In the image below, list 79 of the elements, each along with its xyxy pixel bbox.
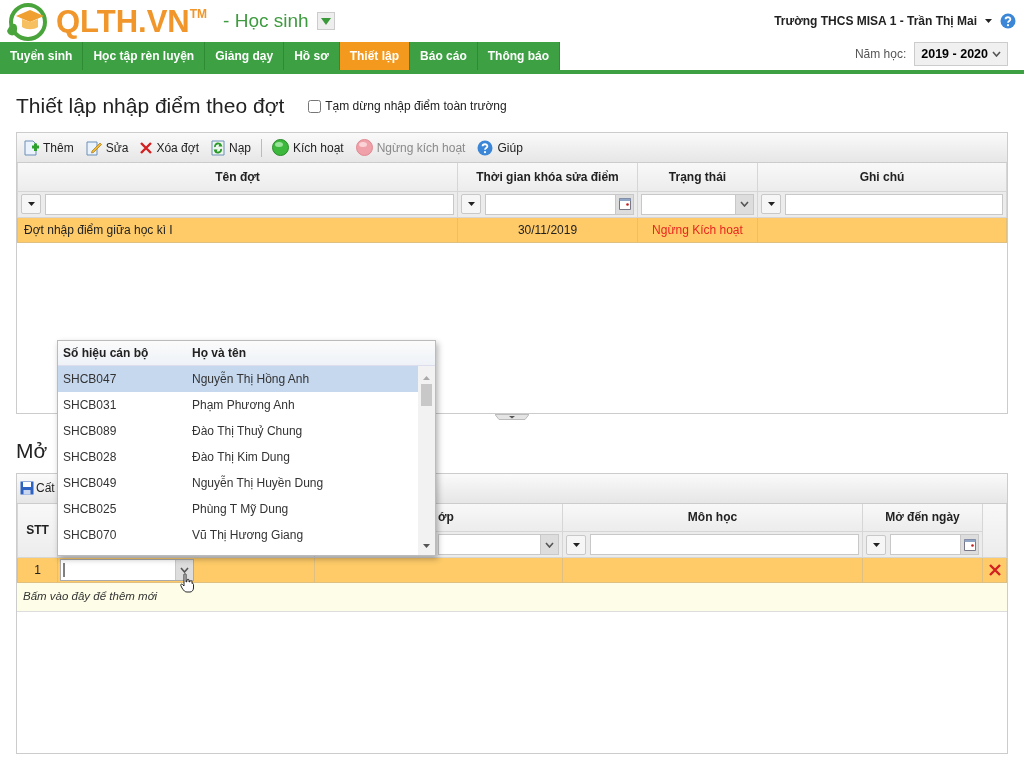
filter-input[interactable] xyxy=(785,193,1003,215)
refresh-icon xyxy=(210,139,225,156)
table-cell: Ngừng Kích hoạt xyxy=(652,222,743,237)
dropdown-item[interactable]: SHCB025 Phùng T Mỹ Dung xyxy=(58,496,419,522)
scrollbar[interactable] xyxy=(418,366,435,555)
calendar-icon xyxy=(963,538,976,551)
filter-button[interactable] xyxy=(866,534,886,555)
hand-cursor-icon xyxy=(180,573,194,593)
column-header: Tên đợt xyxy=(17,163,458,191)
filter-input[interactable] xyxy=(590,534,859,555)
caret-icon xyxy=(872,542,880,547)
help-icon xyxy=(1000,13,1016,29)
save-icon xyxy=(20,481,34,495)
column-header: Họ và tên xyxy=(192,345,246,362)
caret-icon xyxy=(767,202,775,206)
splitter-handle-icon xyxy=(495,413,529,420)
toolbar-button[interactable]: Xóa đợt xyxy=(138,138,201,157)
filter-button[interactable] xyxy=(566,534,586,555)
chevron-down-icon xyxy=(992,51,1001,57)
filter-button[interactable] xyxy=(21,194,41,214)
checkbox-label: Tạm dừng nhập điểm toàn trường xyxy=(325,98,507,115)
text-cursor-icon xyxy=(61,562,67,578)
caret-icon xyxy=(320,17,331,25)
add-icon xyxy=(23,139,39,156)
help-icon xyxy=(477,139,494,156)
filter-input[interactable] xyxy=(45,193,454,215)
filter-input[interactable] xyxy=(890,534,979,555)
filter-button[interactable] xyxy=(761,194,781,214)
column-header: STT xyxy=(17,503,58,558)
toolbar-button[interactable]: Thêm xyxy=(21,138,76,157)
dropdown-item[interactable]: SHCB049 Nguyễn Thị Huyền Dung xyxy=(58,470,419,496)
caret-icon xyxy=(985,19,992,23)
chevron-down-icon xyxy=(740,201,749,207)
school-year-select[interactable]: 2019 - 2020 xyxy=(914,42,1008,66)
chevron-down-icon xyxy=(180,567,189,573)
column-header: Mở đến ngày xyxy=(885,510,960,525)
pause-checkbox[interactable] xyxy=(308,99,322,113)
caret-icon xyxy=(572,542,580,547)
dropdown-item[interactable]: SHCB047 Nguyễn Thị Hồng Anh xyxy=(58,366,419,392)
module-name: - Học sinh xyxy=(223,8,309,33)
delete-icon xyxy=(989,564,1001,576)
school-year-label: Năm học: xyxy=(854,46,907,63)
trademark-mark: TM xyxy=(189,6,208,21)
dropdown-item[interactable]: SHCB031 Phạm Phương Anh xyxy=(58,392,419,418)
add-new-row-link[interactable]: Bấm vào đây để thêm mới xyxy=(17,583,1007,612)
dropdown-item[interactable]: SHCB070 Vũ Thị Hương Giang xyxy=(58,522,419,548)
column-header: Trạng thái xyxy=(637,163,758,191)
column-header: Ghi chú xyxy=(757,163,1007,191)
column-header: ớp xyxy=(438,510,454,525)
section-title: Thiết lập nhập điểm theo đợt xyxy=(16,93,285,119)
toolbar-button[interactable]: Giúp xyxy=(475,138,525,157)
module-dropdown-button[interactable] xyxy=(316,12,335,30)
staff-combo-field[interactable] xyxy=(60,559,194,581)
user-menu[interactable]: Trường THCS MISA 1 - Trần Thị Mai xyxy=(774,12,977,30)
table-cell: 30/11/2019 xyxy=(517,222,578,237)
toolbar-button[interactable]: Sửa xyxy=(83,138,131,157)
column-header: Thời gian khóa sửa điểm xyxy=(457,163,638,191)
row-number: 1 xyxy=(34,563,41,577)
toolbar-button[interactable]: Cất xyxy=(18,479,57,497)
caret-icon xyxy=(27,202,35,206)
logo-text: QLTH.VN xyxy=(56,5,190,37)
filter-button[interactable] xyxy=(461,194,481,214)
filter-input[interactable] xyxy=(485,193,634,215)
dropdown-item[interactable]: SHCB028 Đào Thị Kim Dung xyxy=(58,444,419,470)
delete-row-button[interactable] xyxy=(987,564,1003,576)
column-header: Môn học xyxy=(687,510,738,525)
edit-icon xyxy=(85,139,102,156)
dot-icon xyxy=(272,139,289,156)
toolbar-button[interactable]: Nạp xyxy=(208,138,253,157)
dot-icon xyxy=(355,139,373,156)
section-title: Mở xyxy=(16,438,48,464)
chevron-down-icon xyxy=(545,541,554,548)
delete-icon xyxy=(140,141,153,154)
calendar-icon xyxy=(618,198,631,210)
table-cell: Đợt nhập điểm giữa học kì I xyxy=(24,222,173,237)
toolbar-button[interactable]: Kích hoạt xyxy=(270,138,346,157)
dropdown-item[interactable]: SHCB089 Đào Thị Thuỷ Chung xyxy=(58,418,419,444)
column-header: Số hiệu cán bộ xyxy=(62,345,150,362)
caret-icon xyxy=(467,202,475,206)
